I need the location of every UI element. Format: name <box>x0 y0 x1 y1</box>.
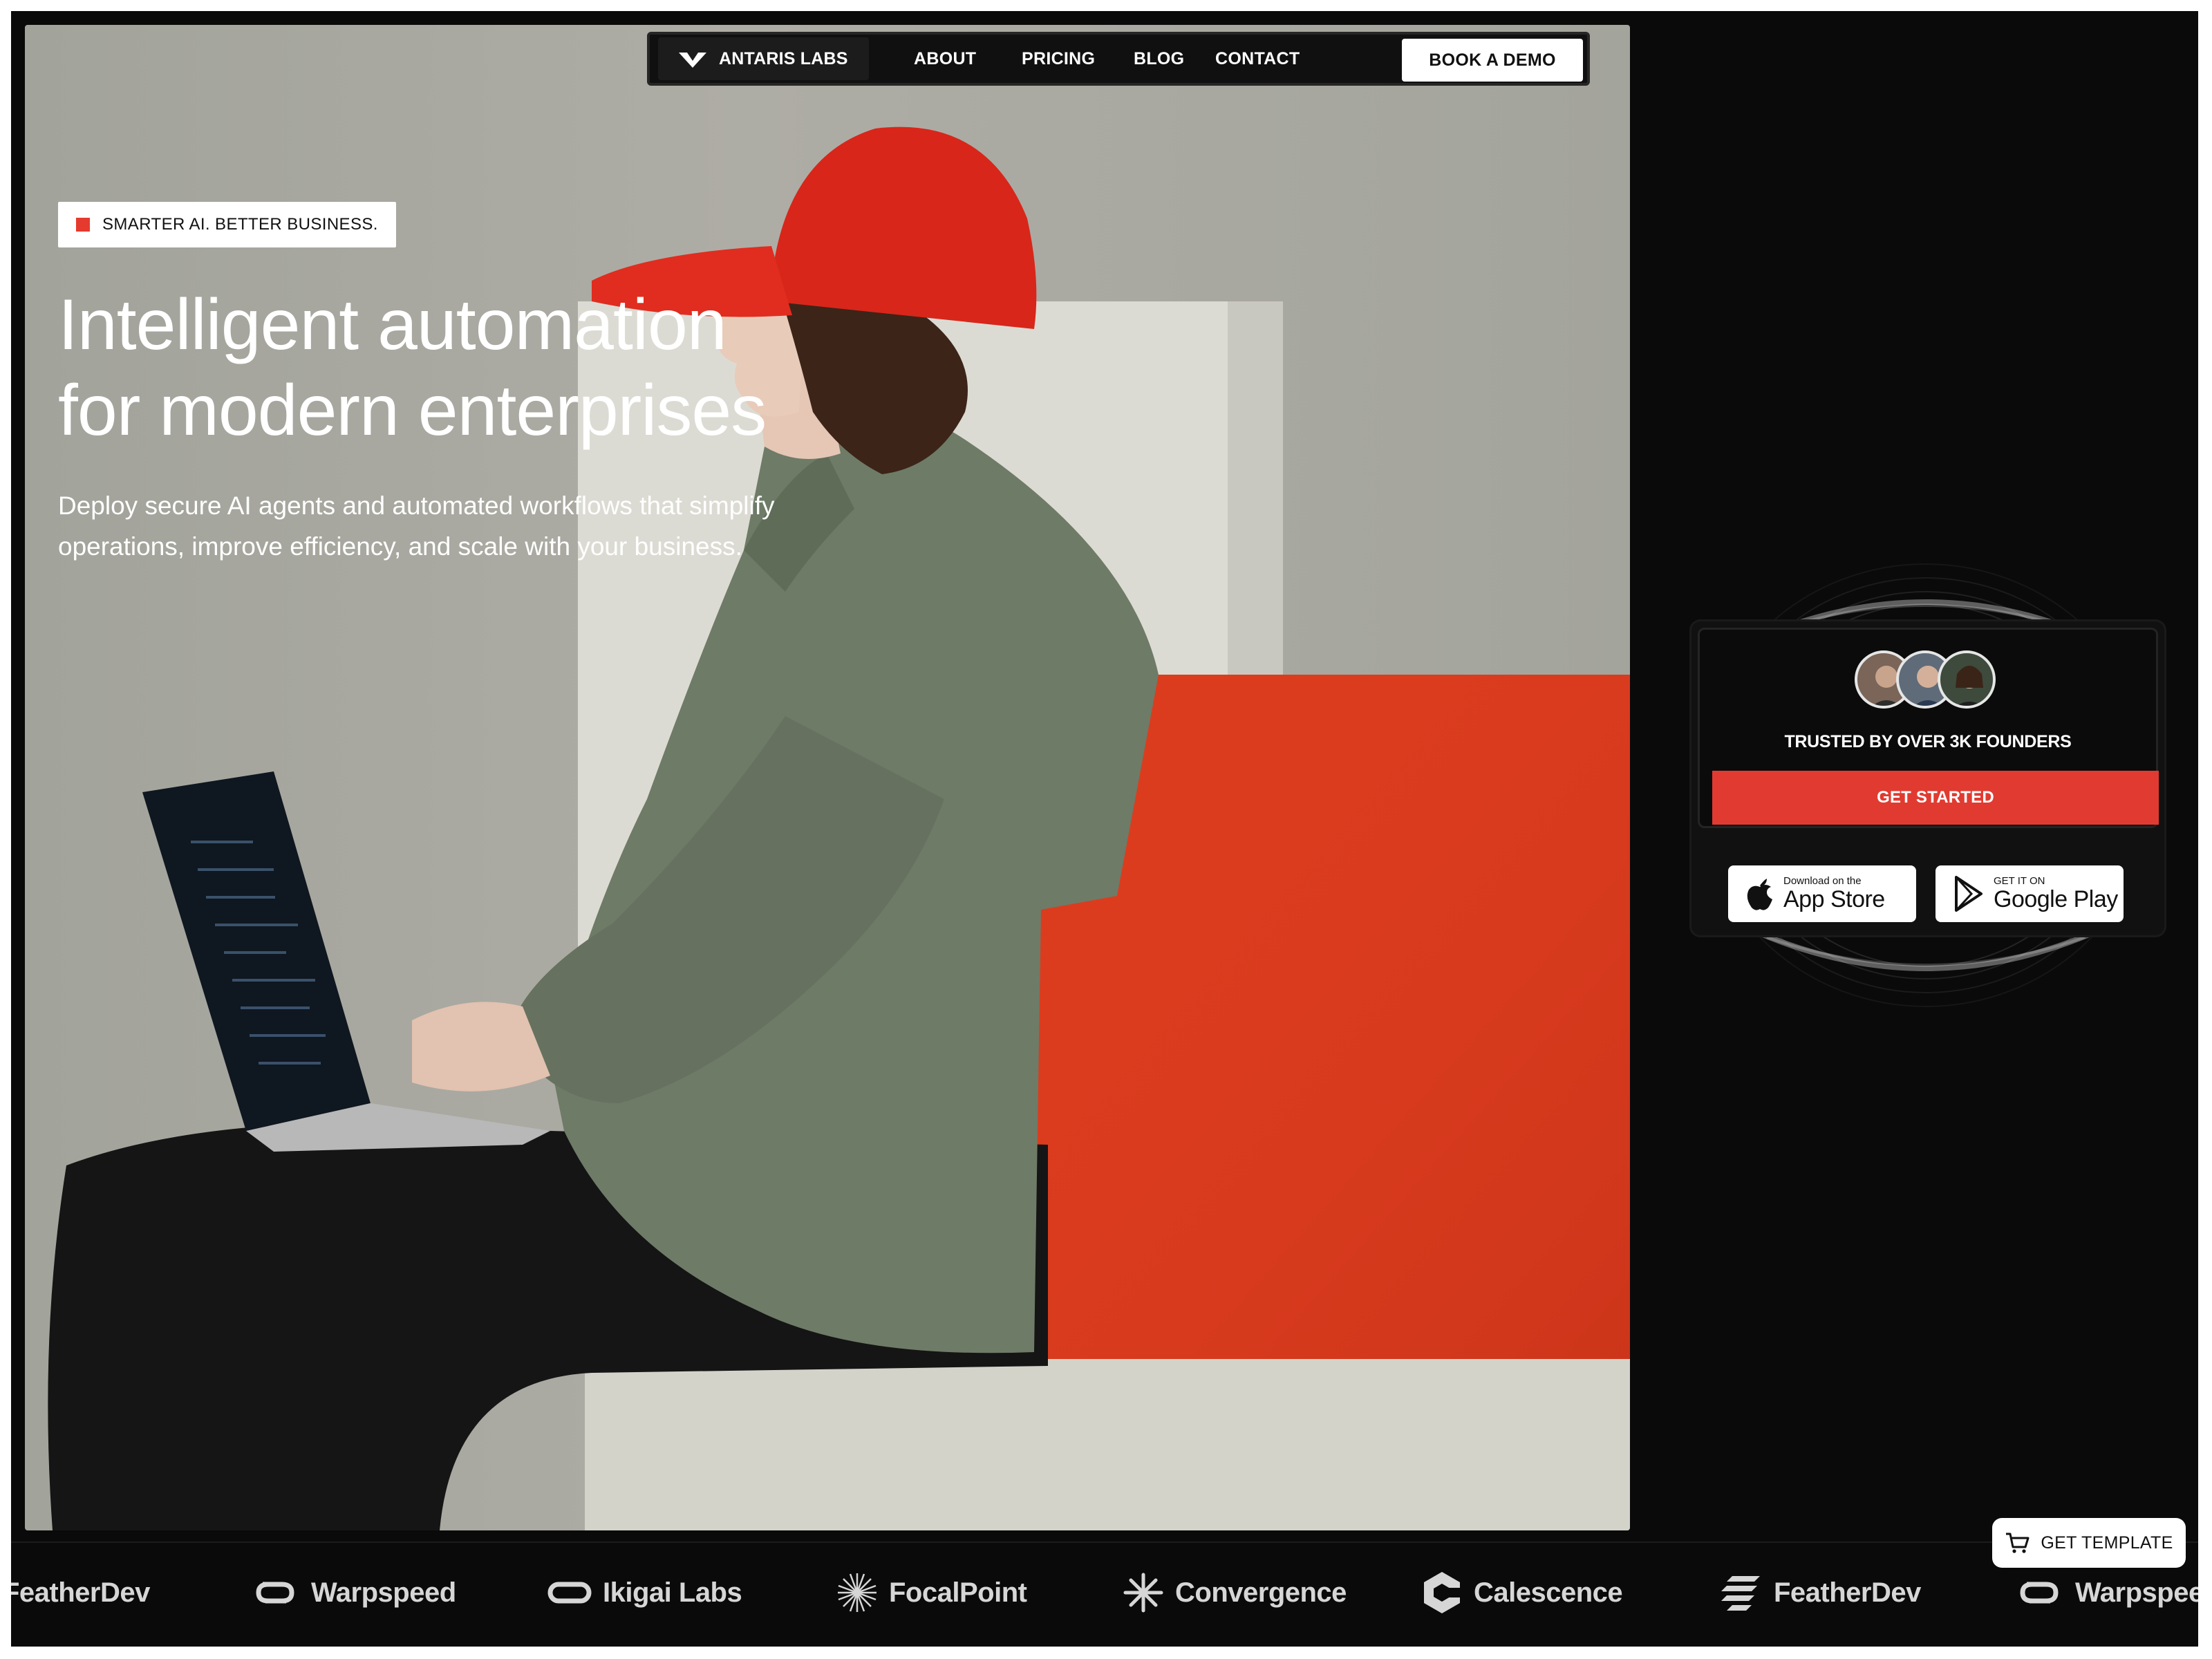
hero-subtitle: Deploy secure AI agents and automated wo… <box>58 485 888 567</box>
book-demo-button[interactable]: BOOK A DEMO <box>1402 39 1583 82</box>
avatar-group <box>1855 650 2007 713</box>
focalpoint-logo-icon <box>838 1573 877 1612</box>
logo-strip: FeatherDev Warpspeed Ikigai Labs FocalPo… <box>11 1558 2198 1627</box>
get-template-button[interactable]: GET TEMPLATE <box>1992 1518 2186 1568</box>
nav-link-blog[interactable]: BLOG <box>1134 49 1184 69</box>
brand-name: ANTARIS LABS <box>719 48 848 68</box>
brand-mark-icon <box>679 53 706 68</box>
google-play-icon <box>1955 876 1983 912</box>
logo-convergence: Convergence <box>1123 1558 1347 1627</box>
logo-featherdev: FeatherDev <box>11 1558 150 1627</box>
tag-square-icon <box>76 218 90 232</box>
trusted-text: TRUSTED BY OVER 3K FOUNDERS <box>1784 732 2072 751</box>
hero-photo <box>48 126 1630 1530</box>
logo-name: Warpspeed <box>2075 1577 2198 1608</box>
brand-logo[interactable]: ANTARIS LABS <box>658 37 869 80</box>
featherdev-logo-icon <box>1721 1576 1760 1611</box>
google-play-small-label: GET IT ON <box>1994 875 2045 887</box>
logo-focalpoint: FocalPoint <box>836 1558 1027 1627</box>
logo-ikigai-labs: Ikigai Labs <box>547 1558 742 1627</box>
nav-link-pricing[interactable]: PRICING <box>1022 49 1095 69</box>
app-store-button[interactable]: Download on the App Store <box>1728 865 1916 922</box>
nav-link-contact[interactable]: CONTACT <box>1215 49 1300 69</box>
convergence-logo-icon <box>1123 1573 1163 1613</box>
tagline-badge: SMARTER AI. BETTER BUSINESS. <box>58 202 396 247</box>
signup-card: TRUSTED BY OVER 3K FOUNDERS GET STARTED … <box>1689 619 2166 937</box>
logo-calescence: Calescence <box>1421 1558 1623 1627</box>
logo-name: FeatherDev <box>11 1577 150 1608</box>
google-play-button[interactable]: GET IT ON Google Play <box>1936 865 2124 922</box>
logo-name: Convergence <box>1175 1577 1347 1608</box>
logo-featherdev: FeatherDev <box>1718 1558 1921 1627</box>
cart-icon <box>2006 1533 2030 1553</box>
subtitle-line-2: operations, improve efficiency, and scal… <box>58 532 742 561</box>
card-top-panel: TRUSTED BY OVER 3K FOUNDERS GET STARTED <box>1698 628 2159 828</box>
logo-warpspeed: Warpspeed <box>2014 1558 2198 1627</box>
headline-line-1: Intelligent automation <box>58 285 727 365</box>
google-play-text: GET IT ON Google Play <box>1994 876 2118 912</box>
app-store-text: Download on the App Store <box>1783 876 1885 912</box>
app-store-label: App Store <box>1783 886 1885 912</box>
top-navbar: ANTARIS LABS ABOUT PRICING BLOG CONTACT … <box>647 32 1590 86</box>
logo-warpspeed: Warpspeed <box>250 1558 456 1627</box>
hero-section: ANTARIS LABS ABOUT PRICING BLOG CONTACT … <box>25 25 1630 1530</box>
get-template-label: GET TEMPLATE <box>2041 1533 2173 1553</box>
divider <box>11 1541 2198 1543</box>
calescence-logo-icon <box>1424 1572 1463 1613</box>
hero-headline: Intelligent automation for modern enterp… <box>58 282 957 453</box>
page-frame: ANTARIS LABS ABOUT PRICING BLOG CONTACT … <box>11 11 2198 1647</box>
logo-name: Ikigai Labs <box>603 1577 742 1608</box>
avatar <box>1938 650 1996 709</box>
logo-name: Calescence <box>1474 1577 1623 1608</box>
logo-name: Warpspeed <box>311 1577 456 1608</box>
ikigai-logo-icon <box>547 1582 592 1604</box>
warpspeed-logo-icon <box>2020 1582 2059 1604</box>
app-store-small-label: Download on the <box>1783 875 1862 887</box>
google-play-label: Google Play <box>1994 886 2118 912</box>
subtitle-line-1: Deploy secure AI agents and automated wo… <box>58 491 775 520</box>
nav-link-about[interactable]: ABOUT <box>914 49 976 69</box>
apple-icon <box>1747 879 1772 910</box>
logo-name: FeatherDev <box>1774 1577 1921 1608</box>
headline-line-2: for modern enterprises <box>58 371 767 451</box>
get-started-button[interactable]: GET STARTED <box>1712 771 2159 825</box>
warpspeed-logo-icon <box>256 1582 294 1604</box>
logo-name: FocalPoint <box>889 1577 1027 1608</box>
tagline-text: SMARTER AI. BETTER BUSINESS. <box>102 215 378 234</box>
